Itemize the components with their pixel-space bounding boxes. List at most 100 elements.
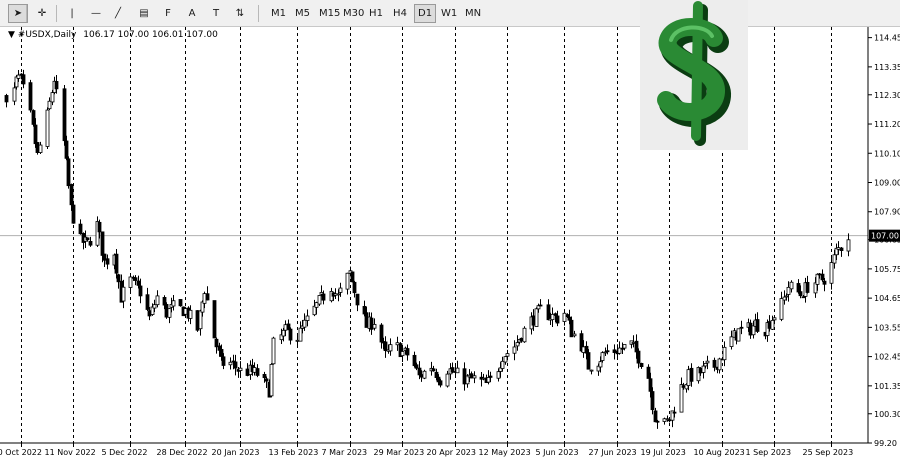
timeframe-d1-button[interactable]: D1 [414,4,437,23]
timeframe-h1-button[interactable]: H1 [366,4,386,23]
y-tick-label: 114.45 [874,34,900,43]
candle-body [653,410,658,423]
candle-body [617,347,622,354]
candle-body [264,378,269,382]
candle-body [62,88,67,142]
candle-body [221,356,226,366]
candle-body [178,299,183,307]
timeframe-w1-button[interactable]: W1 [438,4,460,23]
candle [195,310,200,332]
candle-body [116,274,121,283]
fibonacci-tool-icon[interactable]: F [158,4,178,23]
candle-body [589,369,594,372]
candle [350,271,355,283]
candle-body [612,349,617,353]
candle-body [553,313,558,316]
candle-body [128,276,133,288]
candle-body [321,293,326,301]
candle-body [295,339,300,342]
candle-body [372,323,377,329]
candle-body [832,254,837,264]
candle-body [705,360,710,364]
candle-body [286,323,291,330]
candle-body [639,362,644,368]
candle-body [717,358,722,371]
x-tick-label: 20 Apr 2023 [427,448,476,457]
candle [45,107,50,150]
text-tool-icon[interactable]: A [182,4,202,23]
candle [212,300,217,339]
timeframe-m30-button[interactable]: M30 [340,4,367,23]
y-tick-label: 112.30 [874,91,900,100]
arrows-tool-icon[interactable]: ⇅ [230,4,250,23]
candle-body [167,308,172,318]
candle-body [269,364,274,397]
x-tick-label: 5 Dec 2022 [102,448,148,457]
candle [62,85,67,146]
candle-body [569,319,574,338]
y-tick-label: 111.20 [874,120,900,129]
horizontal-line-tool-icon[interactable]: — [86,4,106,23]
candle [317,294,322,306]
crosshair-tool-icon[interactable]: ✛ [32,4,52,23]
candle-body [88,241,93,246]
candle-body [505,353,510,357]
candle [28,79,33,113]
x-tick-label: 29 Mar 2023 [374,448,425,457]
y-tick-label: 101.35 [874,382,900,391]
candle-body [69,184,74,206]
candle-body [288,328,293,341]
candle-body [202,293,207,304]
candle-body [145,294,150,310]
equidistant-channel-tool-icon[interactable]: ▤ [134,4,154,23]
x-tick-label: 20 Oct 2022 [0,448,42,457]
trendline-tool-icon[interactable]: ╱ [108,4,128,23]
timeframe-mn-button[interactable]: MN [462,4,484,23]
timeframe-m1-button[interactable]: M1 [268,4,289,23]
x-tick-label: 27 Jun 2023 [589,448,637,457]
text-label-tool-icon[interactable]: T [206,4,226,23]
symbol-triangle-icon[interactable]: ▼ [8,30,15,40]
candle-body [703,363,708,367]
candle-body [155,295,160,306]
candle [736,328,741,342]
candle-body [782,296,787,301]
candle-body [400,351,405,357]
candle-body [164,303,169,318]
candle-body [419,374,424,378]
candle-body [395,342,400,346]
candle-body [667,419,672,422]
candle-body [798,291,803,297]
candle-body [503,356,508,363]
dollar-sign-image [640,0,748,150]
candle-body [238,367,243,371]
y-tick-label: 100.30 [874,410,900,419]
x-tick-label: 11 Nov 2022 [45,448,96,457]
candle-body [33,124,38,145]
candle-body [445,373,450,387]
candle-body [531,315,536,326]
candle-body [345,272,350,290]
candle-body [147,310,152,317]
timeframe-h4-button[interactable]: H4 [390,4,410,23]
candle-body [302,319,307,328]
candle-body [646,366,651,379]
candle-body [565,314,570,318]
candle-body [450,367,455,373]
candle-body [233,361,238,369]
candle-body [672,411,677,414]
y-tick-label: 102.45 [874,353,900,362]
candle-body [422,370,427,379]
price-chart[interactable]: 114.45 113.35 112.30 111.20 110.10 109.00 107.… [0,27,900,461]
vertical-line-tool-icon[interactable]: | [62,4,82,23]
candle-body [66,158,71,187]
cursor-tool-icon[interactable]: ➤ [8,4,28,23]
chart-background [0,27,900,461]
timeframe-m5-button[interactable]: M5 [292,4,313,23]
candle-body [784,295,789,298]
candle-body [414,364,419,369]
candle-body [212,300,217,339]
toolbar-separator [258,5,259,22]
candle-body [567,316,572,321]
candle-body [751,325,756,336]
